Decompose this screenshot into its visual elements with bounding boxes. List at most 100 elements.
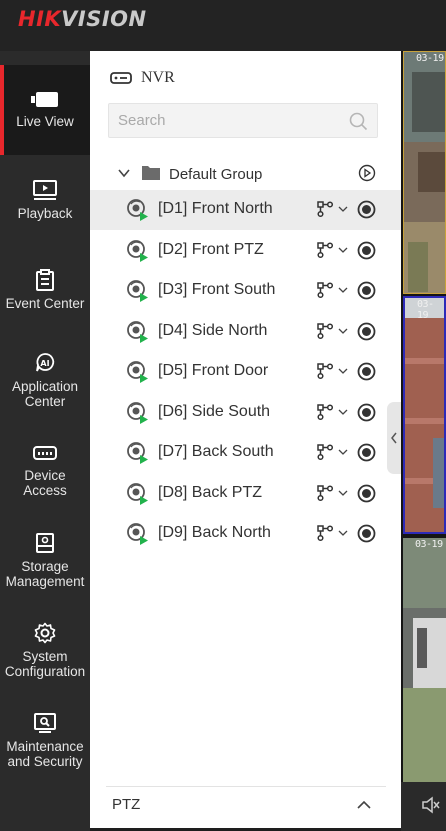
record-icon[interactable] (357, 362, 376, 381)
chevron-down-icon[interactable] (338, 246, 348, 254)
nav-label: Device Access (23, 467, 67, 498)
camera-name: [D3] Front South (158, 281, 276, 298)
nav-label: Application Center (11, 378, 79, 409)
camera-live-icon (127, 199, 148, 221)
top-bar: HIKVISION (0, 0, 446, 51)
camera-name: [D4] Side North (158, 321, 268, 339)
nav-label: System Configuration (4, 648, 86, 679)
record-icon[interactable] (357, 403, 376, 422)
chevron-up-icon[interactable] (356, 799, 372, 811)
camera-name: [D6] Side South (158, 402, 271, 420)
stream-type-icon[interactable] (316, 362, 334, 380)
play-all-icon[interactable] (358, 164, 376, 182)
stream-type-icon[interactable] (316, 322, 334, 340)
camera-name: [D1] Front North (158, 200, 273, 217)
record-icon[interactable] (357, 524, 376, 543)
camera-name: [D2] Front PTZ (158, 240, 264, 258)
camera-row[interactable]: [D3] Front South (90, 271, 401, 311)
chevron-left-icon (391, 432, 397, 444)
search-icon[interactable] (349, 112, 368, 131)
nav-live-view[interactable]: Live View (0, 65, 90, 155)
video-frame (404, 52, 445, 293)
mute-icon[interactable] (421, 796, 441, 814)
nav-label: Live View (16, 114, 74, 129)
svg-text:AI: AI (40, 359, 49, 368)
camera-row[interactable]: [D8] Back PTZ (90, 474, 401, 514)
camera-row[interactable]: [D2] Front PTZ (90, 231, 401, 271)
stream-type-icon[interactable] (316, 524, 334, 542)
chevron-down-icon[interactable] (117, 166, 131, 180)
device-name: NVR (141, 69, 175, 86)
nav-label: Playback (17, 206, 73, 221)
camera-row[interactable]: [D1] Front North (90, 190, 401, 230)
camera-row[interactable]: [D5] Front Door (90, 352, 401, 392)
camera-name: [D8] Back PTZ (158, 483, 263, 501)
video-tile-1[interactable]: 03-19 (403, 51, 446, 294)
search-box (108, 103, 378, 138)
video-tile-3[interactable]: 03-19 (403, 538, 446, 782)
record-icon[interactable] (357, 281, 376, 300)
camera-icon (31, 92, 58, 107)
chevron-down-icon[interactable] (338, 448, 348, 456)
clipboard-icon (36, 269, 54, 291)
stream-type-icon[interactable] (316, 200, 334, 218)
camera-live-icon (127, 442, 148, 464)
stream-type-icon[interactable] (316, 403, 334, 421)
camera-name: [D7] Back South (158, 443, 274, 460)
nvr-icon (110, 72, 132, 84)
chevron-down-icon[interactable] (338, 205, 348, 213)
nav-storage-management[interactable]: Storage Management (0, 515, 90, 605)
video-tile-2[interactable]: 03-19 (403, 296, 446, 534)
chevron-down-icon[interactable] (338, 327, 348, 335)
chevron-down-icon[interactable] (338, 367, 348, 375)
group-name: Default Group (169, 166, 263, 183)
device-header[interactable]: NVR (110, 69, 175, 87)
collapse-panel-handle[interactable] (387, 402, 401, 474)
gear-icon (34, 622, 56, 643)
stream-type-icon[interactable] (316, 484, 334, 502)
nav-playback[interactable]: Playback (0, 155, 90, 245)
video-timestamp: 03-19 (417, 299, 434, 321)
camera-live-icon (127, 239, 148, 262)
camera-name: [D9] Back North (158, 524, 271, 541)
camera-row[interactable]: [D4] Side North (90, 312, 401, 352)
playback-icon (33, 180, 57, 200)
resource-panel: NVR Default Group [D1] Front North [D2] F… (90, 51, 401, 828)
record-icon[interactable] (357, 484, 376, 503)
nav-device-access[interactable]: Device Access (0, 425, 90, 515)
nav-system-configuration[interactable]: System Configuration (0, 605, 90, 695)
nav-maintenance-security[interactable]: Maintenance and Security (0, 695, 90, 785)
camera-live-icon (127, 523, 148, 545)
camera-live-icon (127, 401, 148, 424)
device-icon (33, 445, 57, 460)
camera-live-icon (127, 320, 148, 343)
chevron-down-icon[interactable] (338, 489, 348, 497)
chevron-down-icon[interactable] (338, 286, 348, 294)
camera-row[interactable]: [D7] Back South (90, 433, 401, 473)
record-icon[interactable] (357, 443, 376, 462)
video-frame (403, 538, 446, 782)
stream-type-icon[interactable] (316, 281, 334, 299)
record-icon[interactable] (357, 322, 376, 341)
folder-icon (142, 166, 160, 180)
chevron-down-icon[interactable] (338, 529, 348, 537)
record-icon[interactable] (357, 241, 376, 260)
record-icon[interactable] (357, 200, 376, 219)
nav-application-center[interactable]: AI Application Center (0, 335, 90, 425)
camera-row[interactable]: [D9] Back North (90, 514, 401, 554)
stream-type-icon[interactable] (316, 241, 334, 259)
left-navigation: Live View Playback Event Center AI Appli… (0, 51, 90, 831)
group-row[interactable]: Default Group (90, 160, 401, 188)
camera-live-icon (127, 361, 148, 383)
ptz-section[interactable]: PTZ (106, 786, 386, 828)
ai-icon: AI (36, 352, 55, 371)
nav-event-center[interactable]: Event Center (0, 245, 90, 335)
live-view-area: 03-19 03-19 03-19 (401, 51, 446, 831)
camera-row[interactable]: [D6] Side South (90, 393, 401, 433)
chevron-down-icon[interactable] (338, 408, 348, 416)
ptz-label: PTZ (112, 796, 141, 813)
nav-label: Storage Management (5, 558, 85, 589)
search-input[interactable] (118, 112, 338, 129)
storage-icon (36, 532, 54, 553)
stream-type-icon[interactable] (316, 443, 334, 461)
